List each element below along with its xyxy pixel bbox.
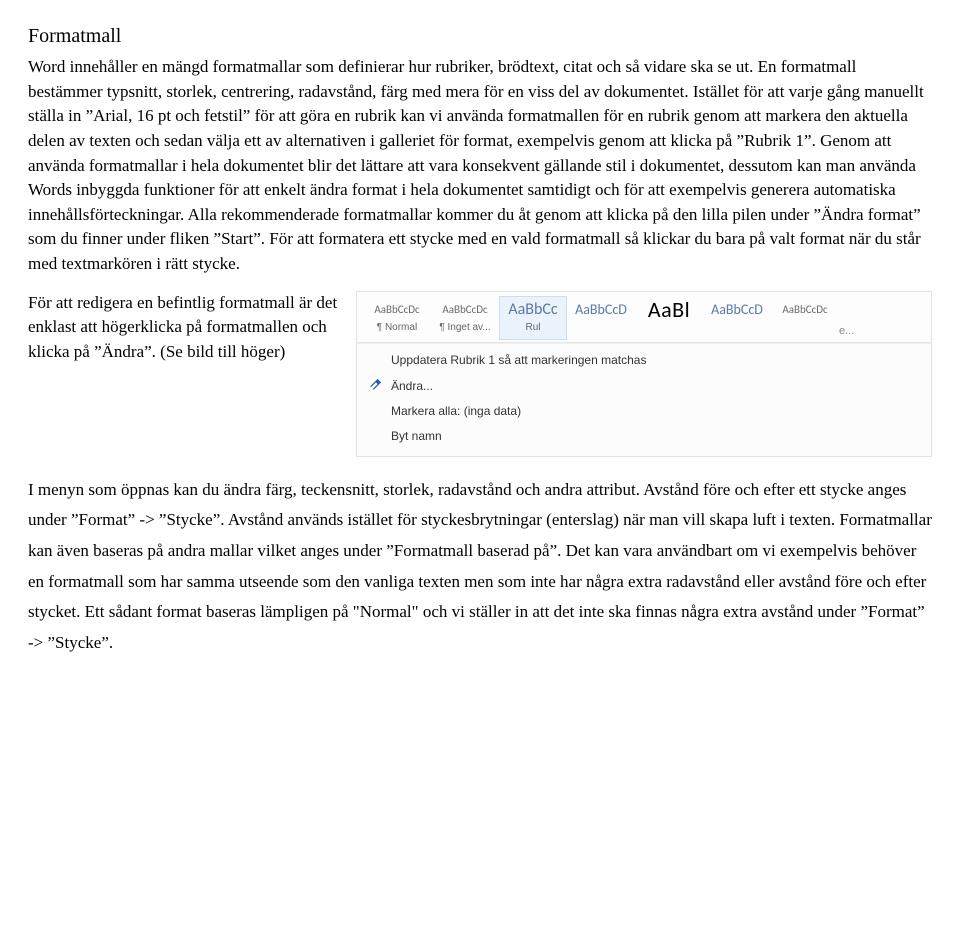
section-heading: Formatmall xyxy=(28,22,932,51)
ctx-select-all[interactable]: • Markera alla: (inga data) xyxy=(357,399,931,424)
style-tile-normal[interactable]: AaBbCcDc ¶ Normal xyxy=(363,296,431,341)
context-menu: • Uppdatera Rubrik 1 så att markeringen … xyxy=(357,343,931,456)
ctx-modify[interactable]: Ändra... xyxy=(357,374,931,399)
style-label: Rul xyxy=(502,321,564,336)
style-sample: AaBbCcDc xyxy=(774,299,836,321)
blank-icon: • xyxy=(367,429,383,445)
style-sample: AaBbCcD xyxy=(706,299,768,321)
paragraph-1: Word innehåller en mängd formatmallar so… xyxy=(28,55,932,277)
style-sample: AaBbCc xyxy=(502,299,564,321)
style-sample: AaBl xyxy=(638,299,700,321)
ctx-rename[interactable]: • Byt namn xyxy=(357,424,931,449)
ctx-label: Uppdatera Rubrik 1 så att markeringen ma… xyxy=(391,352,646,369)
gallery-more[interactable]: e... xyxy=(839,324,858,340)
style-label: ¶ Inget av... xyxy=(434,321,496,336)
style-label: ¶ Normal xyxy=(366,321,428,336)
style-tile-7[interactable]: AaBbCcDc xyxy=(771,296,839,341)
blank-icon: • xyxy=(367,353,383,369)
ctx-label: Markera alla: (inga data) xyxy=(391,403,521,420)
style-tile-5[interactable]: AaBl xyxy=(635,296,703,341)
ctx-label: Ändra... xyxy=(391,378,433,395)
style-tile-ingetav[interactable]: AaBbCcDc ¶ Inget av... xyxy=(431,296,499,341)
ctx-update-style[interactable]: • Uppdatera Rubrik 1 så att markeringen … xyxy=(357,348,931,373)
modify-icon xyxy=(367,378,383,394)
style-sample: AaBbCcDc xyxy=(434,299,496,321)
blank-icon: • xyxy=(367,404,383,420)
paragraph-3: I menyn som öppnas kan du ändra färg, te… xyxy=(28,475,932,659)
style-tile-4[interactable]: AaBbCcD xyxy=(567,296,635,341)
word-styles-screenshot: AaBbCcDc ¶ Normal AaBbCcDc ¶ Inget av...… xyxy=(356,291,932,457)
style-sample: AaBbCcDc xyxy=(366,299,428,321)
ctx-label: Byt namn xyxy=(391,428,442,445)
styles-gallery: AaBbCcDc ¶ Normal AaBbCcDc ¶ Inget av...… xyxy=(357,292,931,344)
paragraph-left: För att redigera en befintlig formatmall… xyxy=(28,291,338,365)
style-sample: AaBbCcD xyxy=(570,299,632,321)
style-tile-6[interactable]: AaBbCcD xyxy=(703,296,771,341)
style-tile-rubrik[interactable]: AaBbCc Rul xyxy=(499,296,567,341)
